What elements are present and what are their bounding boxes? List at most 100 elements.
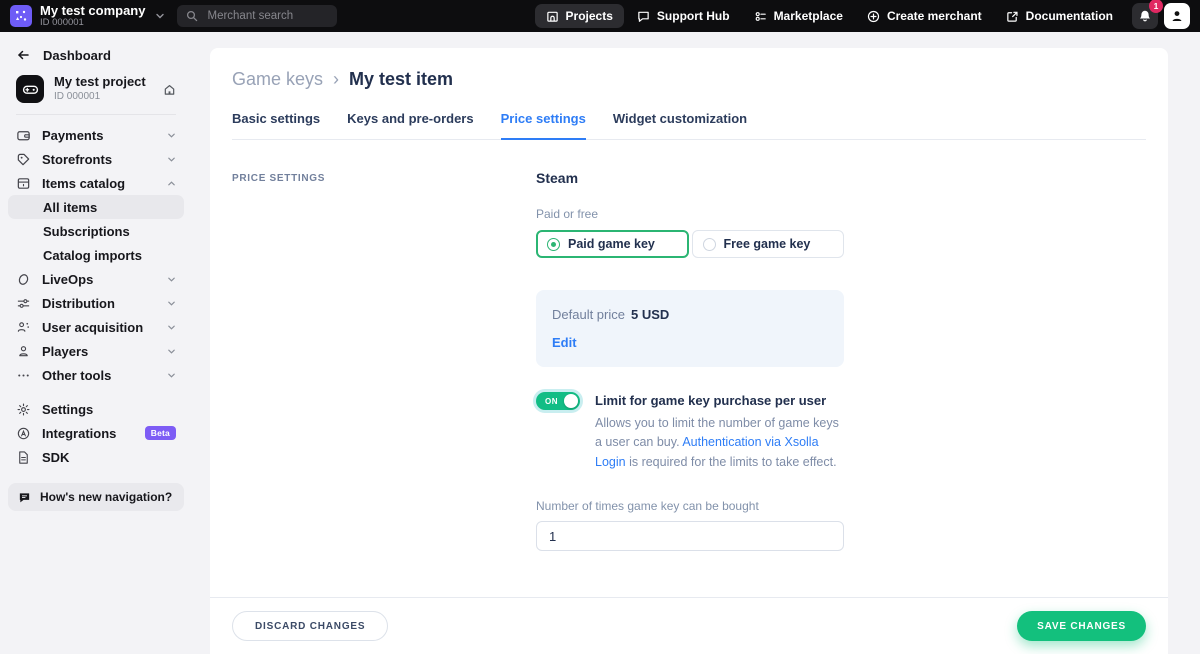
chevron-down-icon bbox=[167, 323, 176, 332]
sidebar-item-label: Integrations bbox=[42, 426, 116, 441]
discard-changes-button[interactable]: DISCARD CHANGES bbox=[232, 611, 388, 641]
sidebar-item-settings[interactable]: Settings bbox=[8, 397, 184, 421]
projects-icon bbox=[546, 10, 559, 23]
sidebar-item-liveops[interactable]: LiveOps bbox=[8, 267, 184, 291]
project-name: My test project bbox=[54, 75, 146, 90]
account-button[interactable] bbox=[1164, 3, 1190, 29]
edit-price-link[interactable]: Edit bbox=[552, 335, 828, 350]
nav-support-hub[interactable]: Support Hub bbox=[626, 4, 741, 28]
person-icon bbox=[16, 344, 31, 359]
limit-toggle-row: ON Limit for game key purchase per user … bbox=[536, 390, 844, 472]
back-arrow-icon bbox=[16, 48, 30, 62]
toggle-knob-icon bbox=[564, 394, 578, 408]
radio-free-game-key[interactable]: Free game key bbox=[692, 230, 845, 258]
page-title: My test item bbox=[349, 69, 453, 90]
topbar: My test company ID 000001 Projects Suppo… bbox=[0, 0, 1200, 32]
top-navigation: Projects Support Hub Marketplace Create … bbox=[535, 4, 1124, 28]
sidebar-item-players[interactable]: Players bbox=[8, 339, 184, 363]
radio-paid-game-key[interactable]: Paid game key bbox=[536, 230, 689, 258]
nav-create-merchant[interactable]: Create merchant bbox=[856, 4, 993, 28]
external-link-icon bbox=[1006, 10, 1019, 23]
marketplace-icon bbox=[754, 10, 767, 23]
file-icon bbox=[16, 450, 31, 465]
gamepad-icon bbox=[16, 75, 44, 103]
breadcrumb-game-keys[interactable]: Game keys bbox=[232, 69, 323, 90]
tab-price-settings[interactable]: Price settings bbox=[501, 111, 586, 140]
limit-toggle[interactable]: ON bbox=[536, 392, 580, 410]
paid-or-free-label: Paid or free bbox=[536, 207, 844, 221]
back-to-dashboard[interactable]: Dashboard bbox=[8, 42, 184, 68]
chevron-down-icon bbox=[167, 275, 176, 284]
company-name: My test company bbox=[40, 4, 145, 18]
radio-paid-label: Paid game key bbox=[568, 237, 655, 251]
support-chat-icon bbox=[637, 10, 650, 23]
limit-description: Allows you to limit the number of game k… bbox=[595, 414, 844, 472]
search-input[interactable] bbox=[205, 9, 325, 23]
sidebar-item-payments[interactable]: Payments bbox=[8, 123, 184, 147]
sidebar-item-other-tools[interactable]: Other tools bbox=[8, 363, 184, 387]
home-icon[interactable] bbox=[163, 83, 176, 96]
tab-keys-and-pre-orders[interactable]: Keys and pre-orders bbox=[347, 111, 473, 139]
sidebar-item-label: Distribution bbox=[42, 296, 115, 311]
chat-bubble-icon bbox=[18, 491, 31, 504]
integrations-icon bbox=[16, 426, 31, 441]
sidebar-item-label: LiveOps bbox=[42, 272, 93, 287]
nav-projects[interactable]: Projects bbox=[535, 4, 624, 28]
tab-bar: Basic settings Keys and pre-orders Price… bbox=[232, 111, 1146, 140]
dots-icon bbox=[16, 368, 31, 383]
new-navigation-feedback-button[interactable]: How's new navigation? bbox=[8, 483, 184, 511]
project-selector[interactable]: My test project ID 000001 bbox=[8, 68, 184, 112]
sidebar-item-label: Payments bbox=[42, 128, 103, 143]
sidebar-item-label: Other tools bbox=[42, 368, 111, 383]
sidebar-subitem-all-items[interactable]: All items bbox=[8, 195, 184, 219]
box-icon bbox=[16, 176, 31, 191]
sliders-icon bbox=[16, 296, 31, 311]
sidebar-item-items-catalog[interactable]: Items catalog bbox=[8, 171, 184, 195]
number-of-times-label: Number of times game key can be bought bbox=[536, 499, 844, 513]
search-icon bbox=[186, 10, 198, 22]
sidebar-item-storefronts[interactable]: Storefronts bbox=[8, 147, 184, 171]
nav-documentation-label: Documentation bbox=[1026, 9, 1113, 23]
company-switcher[interactable]: My test company ID 000001 bbox=[40, 4, 145, 29]
nav-create-merchant-label: Create merchant bbox=[887, 9, 982, 23]
xsolla-logo-icon[interactable] bbox=[10, 5, 32, 27]
sidebar-subitem-subscriptions[interactable]: Subscriptions bbox=[8, 219, 184, 243]
nav-marketplace[interactable]: Marketplace bbox=[743, 4, 854, 28]
egg-icon bbox=[16, 272, 31, 287]
sidebar-subitem-catalog-imports[interactable]: Catalog imports bbox=[8, 243, 184, 267]
feedback-button-label: How's new navigation? bbox=[40, 490, 172, 504]
project-id: ID 000001 bbox=[54, 91, 146, 103]
sidebar-item-user-acquisition[interactable]: User acquisition bbox=[8, 315, 184, 339]
users-icon bbox=[16, 320, 31, 335]
sidebar-item-distribution[interactable]: Distribution bbox=[8, 291, 184, 315]
number-of-times-input[interactable] bbox=[536, 521, 844, 551]
sidebar-subitem-label: Subscriptions bbox=[43, 224, 130, 239]
tag-icon bbox=[16, 152, 31, 167]
breadcrumb: Game keys › My test item bbox=[232, 48, 1146, 90]
default-price-value: 5 USD bbox=[631, 307, 669, 322]
radio-free-label: Free game key bbox=[724, 237, 811, 251]
chevron-down-icon bbox=[167, 155, 176, 164]
platform-title: Steam bbox=[536, 170, 844, 186]
user-icon bbox=[1170, 9, 1184, 23]
sidebar-item-sdk[interactable]: SDK bbox=[8, 445, 184, 469]
plus-circle-icon bbox=[867, 10, 880, 23]
merchant-search[interactable] bbox=[177, 5, 337, 27]
sidebar-subitem-label: Catalog imports bbox=[43, 248, 142, 263]
default-price-box: Default price5 USD Edit bbox=[536, 290, 844, 367]
nav-projects-label: Projects bbox=[566, 9, 613, 23]
chevron-down-icon bbox=[167, 299, 176, 308]
bell-icon bbox=[1138, 9, 1152, 23]
sidebar-item-label: SDK bbox=[42, 450, 69, 465]
gear-icon bbox=[16, 402, 31, 417]
sidebar-item-integrations[interactable]: Integrations Beta bbox=[8, 421, 184, 445]
save-changes-button[interactable]: SAVE CHANGES bbox=[1017, 611, 1146, 641]
company-id: ID 000001 bbox=[40, 18, 145, 28]
chevron-down-icon bbox=[167, 371, 176, 380]
sidebar-item-label: Players bbox=[42, 344, 88, 359]
tab-widget-customization[interactable]: Widget customization bbox=[613, 111, 747, 139]
notifications-button[interactable]: 1 bbox=[1132, 3, 1158, 29]
chevron-down-icon[interactable] bbox=[155, 11, 165, 21]
nav-documentation[interactable]: Documentation bbox=[995, 4, 1124, 28]
tab-basic-settings[interactable]: Basic settings bbox=[232, 111, 320, 139]
